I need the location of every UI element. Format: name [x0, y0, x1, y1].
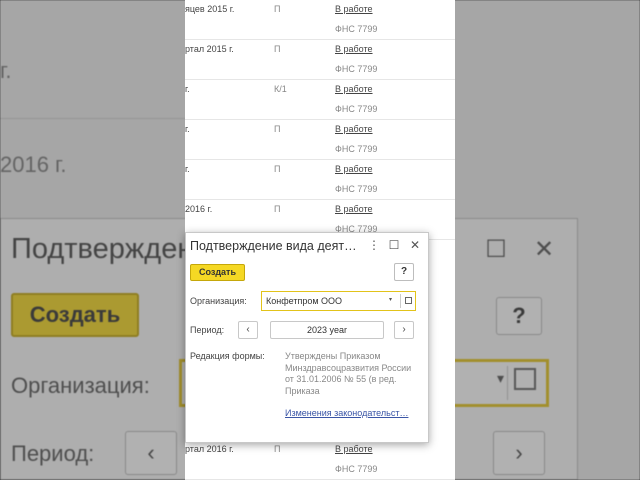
list-period: ртал 2016 г.	[185, 444, 234, 454]
list-type: П	[274, 4, 281, 14]
list-type: П	[274, 444, 281, 454]
list-period: ртал 2015 г.	[185, 44, 234, 54]
list-type: П	[274, 204, 281, 214]
list-status-link[interactable]: В работе	[335, 4, 373, 14]
edition-label: Редакция формы:	[190, 351, 265, 361]
list-item[interactable]: г. К/1 В работе ФНС 7799	[185, 80, 455, 120]
open-icon[interactable]	[405, 297, 412, 304]
list-period: г.	[185, 124, 190, 134]
field-separator	[400, 294, 401, 308]
list-period: яцев 2015 г.	[185, 4, 235, 14]
list-item[interactable]: ртал 2016 г. П В работе ФНС 7799	[185, 440, 455, 480]
list-type: К/1	[274, 84, 287, 94]
edition-text: Утверждены Приказом Минздравсоцразвития …	[285, 351, 412, 396]
list-agency: ФНС 7799	[335, 144, 378, 154]
more-menu-icon[interactable]: ⋮	[367, 238, 381, 252]
list-status-link[interactable]: В работе	[335, 164, 373, 174]
org-value: Конфетпром ООО	[266, 296, 343, 306]
list-status-link[interactable]: В работе	[335, 204, 373, 214]
list-period: г.	[185, 84, 190, 94]
screen: г. 2016 г. Подтверждение вида деят… ☐ ✕ …	[0, 0, 640, 480]
list-status-link[interactable]: В работе	[335, 124, 373, 134]
list-period: г.	[185, 164, 190, 174]
list-agency: ФНС 7799	[335, 184, 378, 194]
list-status-link[interactable]: В работе	[335, 444, 373, 454]
maximize-icon[interactable]: ☐	[387, 238, 401, 252]
period-label: Период:	[190, 325, 225, 335]
list-agency: ФНС 7799	[335, 24, 378, 34]
list-item[interactable]: г. П В работе ФНС 7799	[185, 120, 455, 160]
close-icon[interactable]: ✕	[408, 238, 422, 252]
list-agency: ФНС 7799	[335, 104, 378, 114]
org-label: Организация:	[190, 296, 247, 306]
create-button[interactable]: Создать	[190, 264, 245, 281]
period-prev-button[interactable]: ‹	[238, 321, 258, 339]
list-agency: ФНС 7799	[335, 464, 378, 474]
period-field[interactable]: 2023 year	[270, 321, 384, 339]
dropdown-icon[interactable]: ▾	[389, 296, 392, 303]
law-changes-link[interactable]: Изменения законодательст…	[285, 408, 420, 418]
list-type: П	[274, 44, 281, 54]
list-item[interactable]: яцев 2015 г. П В работе ФНС 7799	[185, 0, 455, 40]
list-status-link[interactable]: В работе	[335, 44, 373, 54]
dialog-title: Подтверждение вида деят…	[190, 239, 357, 253]
period-next-button[interactable]: ›	[394, 321, 414, 339]
list-period: 2016 г.	[185, 204, 213, 214]
list-item[interactable]: г. П В работе ФНС 7799	[185, 160, 455, 200]
help-button[interactable]: ?	[394, 263, 414, 281]
org-field[interactable]: Конфетпром ООО ▾	[261, 291, 416, 311]
list-status-link[interactable]: В работе	[335, 84, 373, 94]
list-type: П	[274, 164, 281, 174]
list-item[interactable]: ртал 2015 г. П В работе ФНС 7799	[185, 40, 455, 80]
confirmation-dialog: Подтверждение вида деят… ⋮ ☐ ✕ Создать ?…	[185, 232, 429, 443]
list-type: П	[274, 124, 281, 134]
list-agency: ФНС 7799	[335, 64, 378, 74]
